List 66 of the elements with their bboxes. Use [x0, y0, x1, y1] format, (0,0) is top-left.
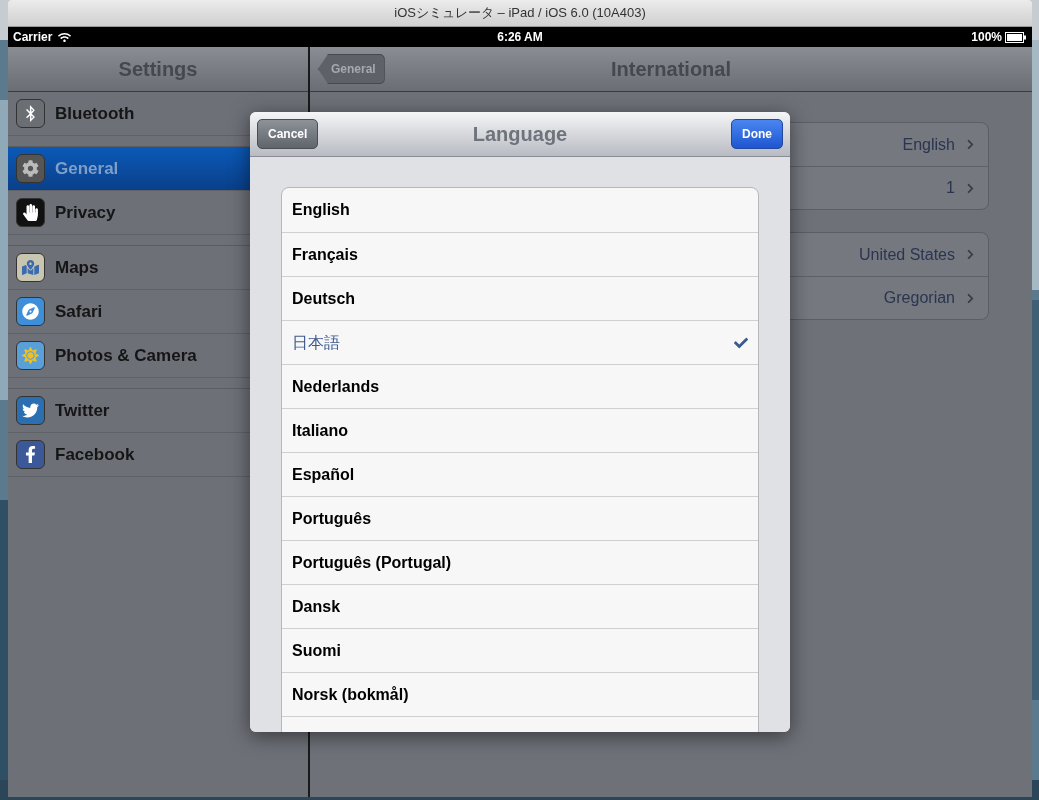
- chevron-icon: [965, 139, 976, 150]
- sidebar-item[interactable]: Safari: [8, 290, 250, 333]
- carrier-label: Carrier: [13, 29, 53, 46]
- sidebar-item[interactable]: Photos & Camera: [8, 334, 250, 377]
- language-row[interactable]: Dansk: [282, 584, 758, 628]
- language-row[interactable]: Français: [282, 232, 758, 276]
- sidebar-item-label: Photos & Camera: [55, 344, 197, 367]
- sidebar-item-label: Facebook: [55, 443, 135, 466]
- language-row[interactable]: Deutsch: [282, 276, 758, 320]
- setting-value: United States: [858, 244, 955, 265]
- bird-icon: [16, 396, 45, 425]
- sidebar-item[interactable]: Twitter: [8, 389, 250, 432]
- language-label: Nederlands: [292, 376, 380, 397]
- language-row[interactable]: English: [282, 188, 758, 232]
- language-label: Español: [292, 464, 355, 485]
- language-row[interactable]: Norsk (bokmål): [282, 672, 758, 716]
- language-row[interactable]: Italiano: [282, 408, 758, 452]
- sidebar-item-label: Bluetooth: [55, 102, 135, 125]
- compass-icon: [16, 297, 45, 326]
- window-title: iOSシミュレータ – iPad / iOS 6.0 (10A403): [394, 4, 646, 23]
- language-row[interactable]: 日本語: [282, 320, 758, 364]
- sidebar-item[interactable]: Bluetooth: [8, 92, 250, 135]
- language-label: Português: [292, 508, 372, 529]
- language-row[interactable]: Suomi: [282, 628, 758, 672]
- battery-label: 100%: [971, 29, 1002, 46]
- battery-icon: [1005, 31, 1027, 43]
- done-button[interactable]: Done: [731, 119, 783, 149]
- language-row[interactable]: Português (Portugal): [282, 540, 758, 584]
- language-label: Norsk (bokmål): [292, 684, 409, 705]
- wifi-icon: [58, 30, 72, 44]
- language-label: Italiano: [292, 420, 348, 441]
- chevron-icon: [965, 249, 976, 260]
- sidebar-item-label: Safari: [55, 300, 103, 323]
- language-label: Deutsch: [292, 288, 356, 309]
- language-label: 日本語: [292, 332, 340, 353]
- chevron-icon: [965, 182, 976, 194]
- facebook-icon: [16, 440, 45, 469]
- detail-title: International: [611, 57, 731, 82]
- language-row[interactable]: Español: [282, 452, 758, 496]
- map-icon: [16, 253, 45, 282]
- setting-value: 1: [946, 178, 955, 198]
- sidebar-item[interactable]: Privacy: [8, 191, 250, 234]
- sidebar-item-label: Twitter: [55, 399, 110, 422]
- language-row[interactable]: Português: [282, 496, 758, 540]
- sidebar-item-label: Maps: [55, 256, 99, 279]
- setting-value: Gregorian: [883, 288, 955, 308]
- settings-icon: [16, 154, 45, 183]
- chevron-icon: [965, 292, 976, 304]
- hand-icon: [16, 198, 45, 227]
- cancel-button[interactable]: Cancel: [257, 119, 319, 149]
- setting-value: English: [902, 134, 955, 155]
- sidebar-item-label: Privacy: [55, 201, 116, 224]
- checkmark-icon: [734, 335, 748, 350]
- popover-title: Language: [472, 122, 568, 147]
- language-label: English: [292, 200, 350, 220]
- language-row[interactable]: Nederlands: [282, 364, 758, 408]
- sidebar-title: Settings: [118, 57, 198, 82]
- sidebar-item[interactable]: Maps: [8, 246, 250, 289]
- language-label: Suomi: [292, 640, 341, 661]
- sidebar-item[interactable]: Facebook: [8, 433, 250, 476]
- language-label: Dansk: [292, 596, 341, 617]
- language-label: Français: [292, 244, 358, 265]
- sidebar-item-label: General: [55, 157, 119, 180]
- language-label: Português (Portugal): [292, 552, 452, 573]
- clock: 6:26 AM: [497, 29, 543, 46]
- bluetooth-icon: [16, 99, 45, 128]
